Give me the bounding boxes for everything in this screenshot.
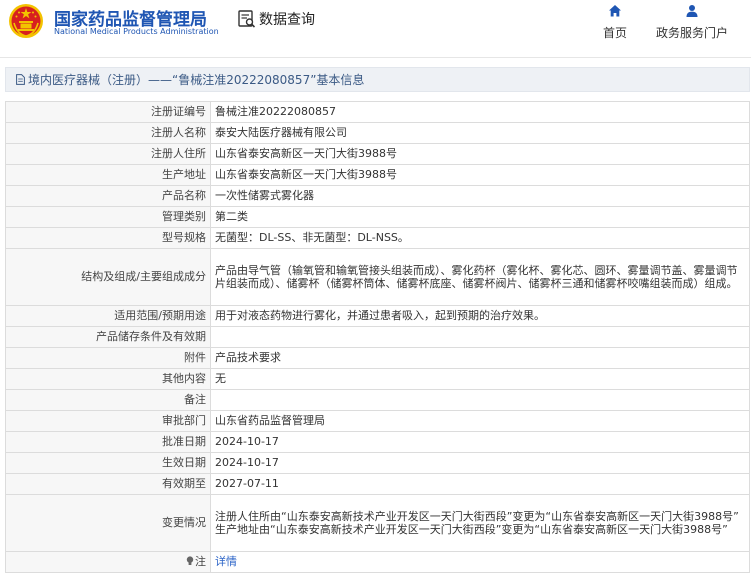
nav-home[interactable]: 首页 — [599, 4, 631, 41]
data-query-label: 数据查询 — [259, 12, 315, 28]
user-icon — [686, 5, 698, 17]
field-value: 2024-10-17 — [210, 452, 750, 474]
field-label: 管理类别 — [5, 206, 211, 228]
row-registrant: 注册人名称 泰安大陆医疗器械有限公司 — [5, 122, 750, 144]
lightbulb-icon — [186, 556, 194, 566]
home-icon — [609, 5, 621, 17]
field-label: 有效期至 — [5, 473, 211, 495]
field-label: 变更情况 — [5, 494, 211, 552]
row-effective-date: 生效日期 2024-10-17 — [5, 452, 750, 474]
nav-portal-label: 政务服务门户 — [655, 26, 728, 40]
row-model: 型号规格 无菌型：DL-SS、非无菌型：DL-NSS。 — [5, 227, 750, 249]
field-label: 结构及组成/主要组成成分 — [5, 248, 211, 306]
row-composition: 结构及组成/主要组成成分 产品由导气管（输氧管和输氧管接头组装而成）、雾化药杯（… — [5, 248, 750, 306]
field-value: 产品技术要求 — [210, 347, 750, 369]
row-reg-no: 注册证编号 鲁械注准20222080857 — [5, 101, 750, 123]
field-label: 生效日期 — [5, 452, 211, 474]
row-attachment: 附件 产品技术要求 — [5, 347, 750, 369]
field-value-cell: 详情 — [210, 551, 750, 573]
top-header: 国家药品监督管理局 National Medical Products Admi… — [0, 0, 751, 58]
field-value: 产品由导气管（输氧管和输氧管接头组装而成）、雾化药杯（雾化杯、雾化芯、圆环、雾量… — [210, 248, 750, 306]
field-label: 型号规格 — [5, 227, 211, 249]
field-value: 无 — [210, 368, 750, 390]
field-value — [210, 389, 750, 411]
org-name-en: National Medical Products Administration — [54, 27, 219, 36]
row-registrant-address: 注册人住所 山东省泰安高新区一天门大街3988号 — [5, 143, 750, 165]
field-label: 其他内容 — [5, 368, 211, 390]
field-label-cell: 注 — [5, 551, 211, 573]
field-label: 适用范围/预期用途 — [5, 305, 211, 327]
nav-service-portal[interactable]: 政务服务门户 — [652, 4, 732, 41]
field-value: 2024-10-17 — [210, 431, 750, 453]
field-value: 用于对液态药物进行雾化，并通过患者吸入，起到预期的治疗效果。 — [210, 305, 750, 327]
field-label: 产品名称 — [5, 185, 211, 207]
field-value — [210, 326, 750, 348]
field-value: 山东省泰安高新区一天门大街3988号 — [210, 164, 750, 186]
row-category: 管理类别 第二类 — [5, 206, 750, 228]
data-query-nav[interactable]: 数据查询 — [238, 9, 315, 29]
field-value: 一次性储雾式雾化器 — [210, 185, 750, 207]
row-scope: 适用范围/预期用途 用于对液态药物进行雾化，并通过患者吸入，起到预期的治疗效果。 — [5, 305, 750, 327]
field-label: 产品储存条件及有效期 — [5, 326, 211, 348]
row-storage: 产品储存条件及有效期 — [5, 326, 750, 348]
row-valid-until: 有效期至 2027-07-11 — [5, 473, 750, 495]
registration-detail-table: 注册证编号 鲁械注准20222080857 注册人名称 泰安大陆医疗器械有限公司… — [5, 101, 750, 573]
details-link[interactable]: 详情 — [215, 555, 237, 568]
field-value: 第二类 — [210, 206, 750, 228]
row-changes: 变更情况 注册人住所由“山东泰安高新技术产业开发区一天门大街西段”变更为“山东省… — [5, 494, 750, 552]
field-label: 注册证编号 — [5, 101, 211, 123]
field-value: 山东省药品监督管理局 — [210, 410, 750, 432]
field-label: 审批部门 — [5, 410, 211, 432]
record-title: 境内医疗器械（注册）——“鲁械注准20222080857”基本信息 — [28, 73, 365, 87]
field-value: 鲁械注准20222080857 — [210, 101, 750, 123]
field-value: 无菌型：DL-SS、非无菌型：DL-NSS。 — [210, 227, 750, 249]
row-remark: 备注 — [5, 389, 750, 411]
row-dept: 审批部门 山东省药品监督管理局 — [5, 410, 750, 432]
record-title-bar: 境内医疗器械（注册）——“鲁械注准20222080857”基本信息 — [5, 67, 750, 92]
field-label: 注册人名称 — [5, 122, 211, 144]
field-label: 备注 — [5, 389, 211, 411]
field-label: 批准日期 — [5, 431, 211, 453]
row-product-name: 产品名称 一次性储雾式雾化器 — [5, 185, 750, 207]
field-value: 山东省泰安高新区一天门大街3988号 — [210, 143, 750, 165]
field-value: 注册人住所由“山东泰安高新技术产业开发区一天门大街西段”变更为“山东省泰安高新区… — [210, 494, 750, 552]
row-approval-date: 批准日期 2024-10-17 — [5, 431, 750, 453]
national-emblem-logo-icon[interactable] — [8, 3, 44, 39]
field-value: 2027-07-11 — [210, 473, 750, 495]
field-label: 生产地址 — [5, 164, 211, 186]
field-label: 注 — [195, 555, 206, 569]
document-icon — [16, 74, 25, 85]
row-other: 其他内容 无 — [5, 368, 750, 390]
field-label: 附件 — [5, 347, 211, 369]
row-note: 注 详情 — [5, 551, 750, 573]
field-label: 注册人住所 — [5, 143, 211, 165]
search-data-icon — [238, 10, 256, 28]
nav-home-label: 首页 — [602, 26, 627, 40]
row-production-address: 生产地址 山东省泰安高新区一天门大街3988号 — [5, 164, 750, 186]
field-value: 泰安大陆医疗器械有限公司 — [210, 122, 750, 144]
